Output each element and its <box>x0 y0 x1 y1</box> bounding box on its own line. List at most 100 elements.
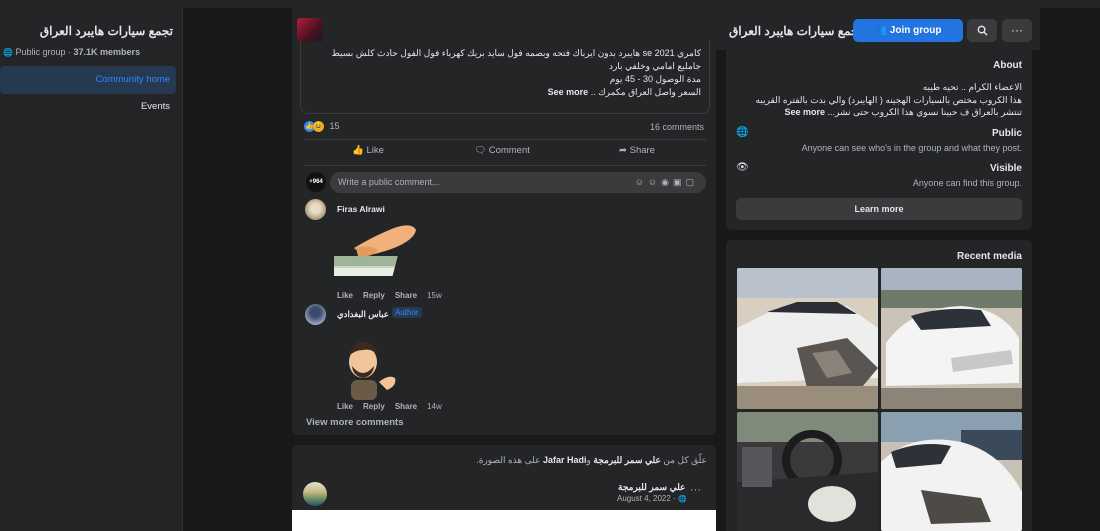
post-image[interactable] <box>292 510 716 531</box>
post-price-text: السعر واصل العراق مكمرك .. <box>590 87 701 97</box>
more-icon: ··· <box>1011 23 1023 37</box>
sidebar-group-header: تجمع سيارات هايبرد العراق 🌐 Public group… <box>0 16 183 57</box>
activity-prefix: علّق كل من <box>663 455 707 465</box>
commenter-avatar[interactable] <box>305 199 326 220</box>
about-description-line: الاعضاء الكرام .. تحيه طيبه <box>922 82 1022 92</box>
post-author-name[interactable]: علي سمر للبرمجة <box>618 482 685 493</box>
media-thumbnail[interactable] <box>737 412 878 531</box>
post-date[interactable]: August 4, 2022 · 🌐 <box>617 494 687 503</box>
thumbs-up-icon: 👍 <box>352 145 364 156</box>
left-sidebar: تجمع سيارات هايبرد العراق 🌐 Public group… <box>0 8 183 531</box>
globe-icon: 🌐 <box>677 496 687 503</box>
reaction-count: 15 <box>329 121 340 131</box>
avatar-sticker <box>349 341 396 400</box>
people-icon: 👥 <box>874 25 887 36</box>
join-group-button[interactable]: 👥 Join group <box>853 19 963 42</box>
money-sticker <box>334 225 416 276</box>
search-button[interactable] <box>967 19 997 42</box>
comment-reply-link[interactable]: Reply <box>363 291 385 300</box>
about-description-line: هذا الكروب مختص بالسيارات الهجينه ( الها… <box>755 95 1022 105</box>
comments-count[interactable]: 16 comments <box>650 122 704 132</box>
comment-share-link[interactable]: Share <box>395 402 417 411</box>
comment-time[interactable]: 14w <box>427 402 442 411</box>
author-badge: Author <box>392 307 422 318</box>
gif-icon[interactable]: ▣ <box>673 177 686 187</box>
eye-icon: 👁 <box>736 162 749 173</box>
sidebar-item-events[interactable]: Events <box>0 93 176 121</box>
sidebar-group-name[interactable]: تجمع سيارات هايبرد العراق <box>40 24 173 38</box>
post-activity-text: علّق كل من علي سمر للبرمجة وJafar Hadi ع… <box>476 455 707 466</box>
sidebar-item-community-home[interactable]: Community home <box>0 66 176 94</box>
car-interior-photo <box>737 412 878 531</box>
share-label: Share <box>629 145 655 156</box>
public-title: Public <box>991 128 1022 139</box>
like-label: Like <box>366 145 384 156</box>
activity-suffix: على هذه الصورة. <box>476 455 541 465</box>
comment-actions: Like Reply Share 15w <box>337 291 452 300</box>
activity-user-link[interactable]: علي سمر للبرمجة <box>593 455 660 465</box>
post-text-box: كامري 2021 se هايبرد بدون ايرباك فتحه وب… <box>300 40 710 114</box>
comment-time[interactable]: 15w <box>427 291 442 300</box>
commenter-avatar[interactable] <box>305 304 326 325</box>
current-user-avatar[interactable]: +964 <box>306 172 326 192</box>
join-group-label: Join group <box>889 25 942 36</box>
reaction-summary[interactable]: 👍😆 15 <box>304 121 340 133</box>
see-more-link[interactable]: See more <box>548 87 589 97</box>
comment-button[interactable]: 🗨 Comment <box>474 145 530 156</box>
right-gutter <box>1040 50 1100 531</box>
globe-icon: 🌐 <box>736 127 749 138</box>
post-date-text: August 4, 2022 · <box>617 494 676 503</box>
post-text-line: جامليع امامي وخلفي بارد <box>608 61 701 71</box>
comment-like-link[interactable]: Like <box>337 291 353 300</box>
comment-input[interactable]: Write a public comment... ☺☺◉▣▢ <box>330 172 706 193</box>
group-header-title[interactable]: تجمع سيارات هايبرد العراق <box>729 24 862 38</box>
about-description-text: تنتشر بالعراق ف حبينا نسوي هذا الكروب حت… <box>827 107 1022 117</box>
share-button[interactable]: ➦ Share <box>619 145 655 156</box>
media-thumbnail[interactable] <box>881 268 1022 409</box>
search-icon <box>977 25 988 36</box>
post-more-button[interactable]: ··· <box>690 484 701 496</box>
divider <box>304 139 706 140</box>
comment-share-link[interactable]: Share <box>395 291 417 300</box>
post-text-line: كامري 2021 se هايبرد بدون ايرباك فتحه وب… <box>331 48 701 58</box>
media-thumbnail[interactable] <box>881 412 1022 531</box>
post-author-avatar[interactable] <box>303 482 327 506</box>
like-button[interactable]: 👍 Like <box>352 145 384 156</box>
sidebar-group-meta: 🌐 Public group · 37.1K members <box>3 47 141 57</box>
media-thumbnail[interactable] <box>737 268 878 409</box>
browser-top-strip <box>0 0 1100 8</box>
white-car-front-photo <box>881 412 1022 531</box>
globe-icon: 🌐 <box>3 48 13 57</box>
camera-icon[interactable]: ◉ <box>661 177 673 187</box>
more-options-button[interactable]: ··· <box>1002 19 1032 42</box>
commenter-name[interactable]: عباس البغدادي <box>337 309 389 320</box>
view-more-comments-link[interactable]: View more comments <box>306 417 404 428</box>
divider <box>304 165 706 166</box>
privacy-label: Public group <box>15 47 66 57</box>
damaged-car-photo <box>737 268 878 409</box>
comment-input-placeholder: Write a public comment... <box>338 177 440 187</box>
about-description-line: تنتشر بالعراق ف حبينا نسوي هذا الكروب حت… <box>784 107 1022 118</box>
learn-more-button[interactable]: Learn more <box>736 198 1022 220</box>
visible-title: Visible <box>989 163 1022 174</box>
post-text-line: مدة الوصول 30 - 45 يوم <box>609 74 701 84</box>
members-count[interactable]: 37.1K members <box>74 47 141 57</box>
comment-label: Comment <box>488 145 530 156</box>
public-description: Anyone can see who's in the group and wh… <box>801 143 1022 153</box>
commenter-name[interactable]: Firas Alrawi <box>337 204 385 214</box>
activity-user-link[interactable]: Jafar Hadi <box>543 455 587 465</box>
group-cover-thumbnail[interactable] <box>297 18 323 42</box>
visible-description: Anyone can find this group. <box>912 178 1022 188</box>
avatar-sticker-icon[interactable]: ☺ <box>635 177 648 187</box>
post-text-line: السعر واصل العراق مكمرك .. See more <box>548 87 701 98</box>
sticker-icon[interactable]: ▢ <box>685 177 698 187</box>
comment-reply-link[interactable]: Reply <box>363 402 385 411</box>
activity-and: و <box>586 455 591 465</box>
share-icon: ➦ <box>619 145 627 156</box>
emoji-icon[interactable]: ☺ <box>648 177 661 187</box>
about-see-more-link[interactable]: See more <box>784 107 825 117</box>
comment-icon: 🗨 <box>474 145 487 156</box>
comment-like-link[interactable]: Like <box>337 402 353 411</box>
haha-reaction-icon: 😆 <box>313 121 324 133</box>
white-car-photo <box>881 268 1022 409</box>
